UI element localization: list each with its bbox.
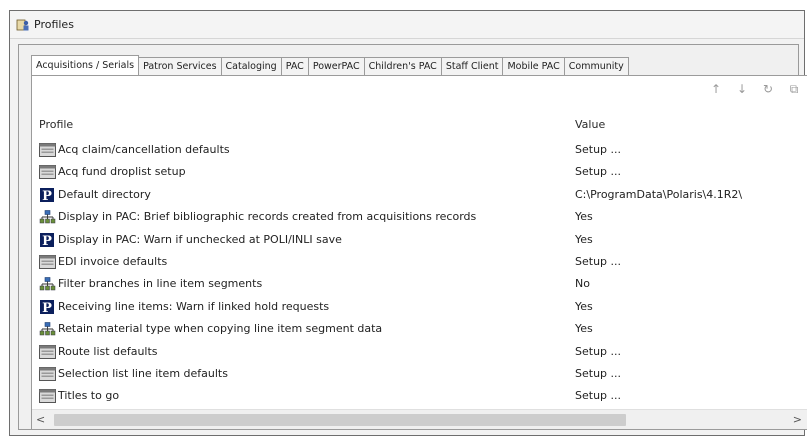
org-tree-icon (39, 210, 56, 224)
tab-staff-client[interactable]: Staff Client (440, 57, 504, 75)
svg-text:P: P (42, 234, 52, 247)
org-tree-icon (39, 322, 56, 336)
table-row[interactable]: Titles to go Setup ... (32, 385, 807, 407)
grid-header: Profile Value (32, 118, 807, 134)
column-header-profile[interactable]: Profile (39, 118, 73, 131)
profiles-panel: Acquisitions / Serials Patron Services Cat… (18, 44, 807, 430)
profile-name: Receiving line items: Warn if linked hol… (58, 299, 330, 313)
setup-dialog-icon (39, 344, 56, 359)
scrollbar-thumb[interactable] (54, 414, 626, 426)
profile-name: Display in PAC: Brief bibliographic reco… (58, 210, 477, 224)
window-title: Profiles (34, 18, 74, 31)
tab-strip: Acquisitions / Serials Patron Services Cat… (31, 55, 629, 75)
profile-value[interactable]: Setup ... (575, 255, 621, 268)
profile-name: Acq claim/cancellation defaults (58, 143, 230, 156)
setup-dialog-icon (39, 165, 56, 180)
tab-mobile-pac[interactable]: Mobile PAC (502, 57, 565, 75)
profiles-app-icon (16, 18, 30, 32)
profile-list: Acq claim/cancellation defaults Setup ...… (32, 139, 807, 408)
table-row[interactable]: Acq claim/cancellation defaults Setup ... (32, 139, 807, 161)
profile-value[interactable]: Setup ... (575, 367, 621, 380)
setup-dialog-icon (39, 254, 56, 269)
setup-dialog-icon (39, 143, 56, 157)
tab-powerpac[interactable]: PowerPAC (307, 57, 365, 75)
tab-children-s-pac[interactable]: Children's PAC (363, 57, 442, 75)
table-row[interactable]: Route list defaults Setup ... (32, 341, 807, 363)
profile-value[interactable]: Setup ... (575, 165, 621, 178)
svg-text:P: P (42, 301, 52, 314)
table-row[interactable]: Selection list line item defaults Setup .… (32, 363, 807, 385)
grid-toolbar: ↑ ↓ ↻ ⧉ (708, 80, 802, 98)
profile-name: EDI invoice defaults (58, 254, 168, 268)
profile-name: Retain material type when copying line i… (58, 322, 383, 336)
tab-panel-acquisitions: ↑ ↓ ↻ ⧉ Profile Value Acq claim/cancella… (31, 75, 807, 430)
refresh-icon[interactable]: ↻ (760, 81, 776, 97)
polaris-p-icon: P (39, 299, 56, 316)
polaris-p-icon: P (39, 232, 56, 249)
table-row[interactable]: P Receiving line items: Warn if linked ho… (32, 296, 807, 318)
title-bar: Profiles (10, 11, 804, 39)
profile-name: Acq fund droplist setup (58, 165, 186, 179)
org-tree-icon (39, 277, 56, 291)
move-down-icon[interactable]: ↓ (734, 81, 750, 97)
column-header-value[interactable]: Value (575, 118, 605, 131)
profile-name: Filter branches in line item segments (58, 277, 263, 291)
profile-value[interactable]: Yes (575, 210, 593, 223)
setup-dialog-icon (39, 389, 56, 404)
profile-name: Route list defaults (58, 344, 158, 358)
profile-value[interactable]: Setup ... (575, 345, 621, 358)
tab-pac[interactable]: PAC (280, 57, 309, 75)
table-row[interactable]: Acq fund droplist setup Setup ... (32, 161, 807, 183)
tab-acquisitions-serials[interactable]: Acquisitions / Serials (31, 55, 140, 75)
profile-value[interactable]: Setup ... (575, 143, 621, 156)
profile-value[interactable]: C:\ProgramData\Polaris\4.1R2\ (575, 188, 742, 201)
horizontal-scrollbar[interactable]: < > (32, 409, 807, 429)
scroll-left-icon[interactable]: < (36, 413, 45, 426)
profile-value[interactable]: Setup ... (575, 389, 621, 402)
table-row[interactable]: P Display in PAC: Warn if unchecked at PO… (32, 229, 807, 251)
profile-value[interactable]: Yes (575, 322, 593, 335)
table-row[interactable]: Display in PAC: Brief bibliographic reco… (32, 206, 807, 228)
copy-icon[interactable]: ⧉ (786, 81, 802, 97)
tab-cataloging[interactable]: Cataloging (220, 57, 282, 75)
tab-patron-services[interactable]: Patron Services (138, 57, 222, 75)
move-up-icon[interactable]: ↑ (708, 81, 724, 97)
profile-name: Titles to go (58, 389, 120, 403)
setup-dialog-icon (39, 366, 56, 381)
table-row[interactable]: P Default directory C:\ProgramData\Polaris… (32, 184, 807, 206)
svg-text:P: P (42, 189, 52, 202)
polaris-p-icon: P (39, 187, 56, 204)
profile-value[interactable]: No (575, 277, 590, 290)
profile-name: Display in PAC: Warn if unchecked at POL… (58, 232, 342, 246)
tab-community[interactable]: Community (563, 57, 629, 75)
profile-value[interactable]: Yes (575, 300, 593, 313)
scroll-right-icon[interactable]: > (793, 413, 802, 426)
table-row[interactable]: EDI invoice defaults Setup ... (32, 251, 807, 273)
profile-name: Selection list line item defaults (58, 366, 228, 380)
table-row[interactable]: Retain material type when copying line i… (32, 318, 807, 340)
table-row[interactable]: Filter branches in line item segments No (32, 273, 807, 295)
profile-name: Default directory (58, 187, 151, 201)
profiles-window: Profiles Acquisitions / Serials Patron Se… (9, 10, 807, 436)
profile-value[interactable]: Yes (575, 233, 593, 246)
